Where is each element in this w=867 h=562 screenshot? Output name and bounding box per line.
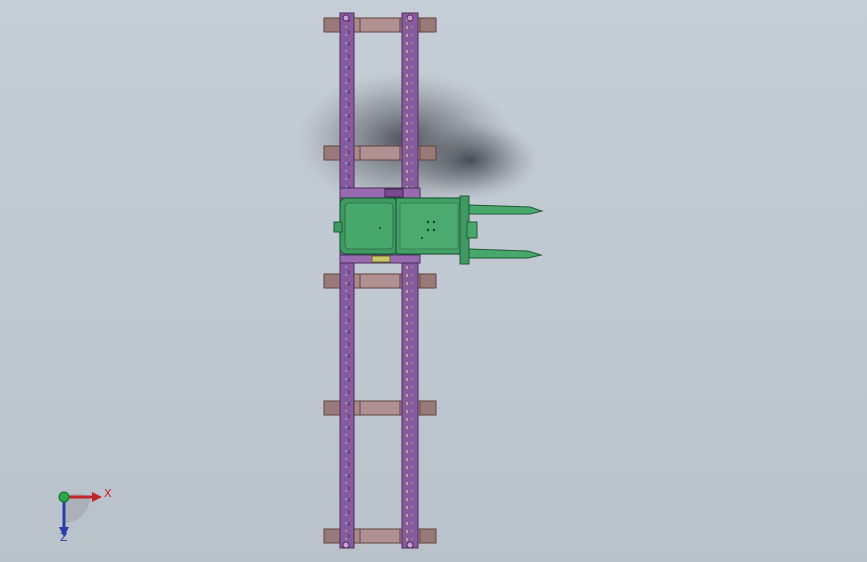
fork-upper[interactable] xyxy=(468,204,544,215)
cad-graphics-viewport[interactable]: X Z xyxy=(0,0,867,562)
z-axis-label: Z xyxy=(60,531,68,544)
right-rail[interactable] xyxy=(401,12,419,549)
lift-body[interactable] xyxy=(333,197,463,255)
y-axis-dot xyxy=(58,491,70,503)
left-rail[interactable] xyxy=(339,12,355,549)
coordinate-triad[interactable]: X Z xyxy=(58,487,112,544)
assembly-view[interactable]: X Z xyxy=(0,0,867,562)
x-arrowhead-icon xyxy=(92,492,102,502)
fork-lower[interactable] xyxy=(468,248,543,259)
x-axis-label: X xyxy=(104,487,112,500)
